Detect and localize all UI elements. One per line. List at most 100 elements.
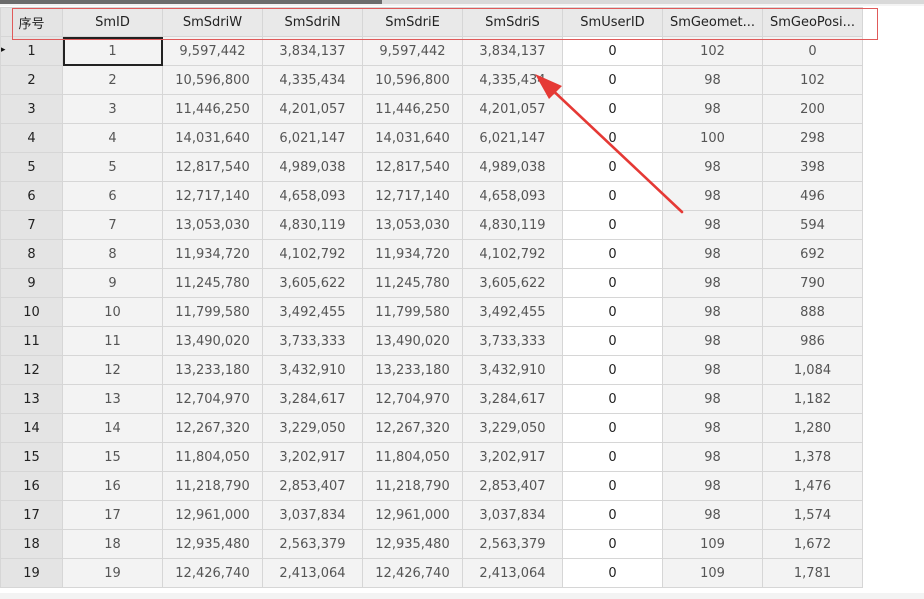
table-cell[interactable]: 11,799,580 [362, 297, 463, 327]
table-cell[interactable]: 18 [62, 529, 163, 559]
row-number-cell[interactable]: 17 [0, 500, 63, 530]
table-cell[interactable]: 14,031,640 [362, 123, 463, 153]
table-cell[interactable]: 4,102,792 [462, 239, 563, 269]
table-cell[interactable]: 98 [662, 384, 763, 414]
table-cell[interactable]: 3,229,050 [262, 413, 363, 443]
table-cell[interactable]: 1,574 [762, 500, 863, 530]
row-number-cell[interactable]: 5 [0, 152, 63, 182]
table-cell[interactable]: 12,267,320 [162, 413, 263, 443]
table-cell[interactable]: 13,233,180 [162, 355, 263, 385]
table-row[interactable]: 3 3 11,446,250 4,201,057 11,446,250 4,201,057… [0, 94, 863, 124]
table-cell[interactable]: 3,605,622 [462, 268, 563, 298]
row-number-cell[interactable]: 2 [0, 65, 63, 95]
table-cell[interactable]: 98 [662, 326, 763, 356]
table-cell[interactable]: 0 [562, 123, 663, 153]
table-cell[interactable]: 4,102,792 [262, 239, 363, 269]
table-cell[interactable]: 7 [62, 210, 163, 240]
table-cell[interactable]: 11,245,780 [362, 268, 463, 298]
table-cell[interactable]: 0 [562, 268, 663, 298]
table-cell[interactable]: 15 [62, 442, 163, 472]
row-number-cell[interactable]: 4 [0, 123, 63, 153]
table-cell[interactable]: 0 [562, 36, 663, 66]
table-cell[interactable]: 10,596,800 [362, 65, 463, 95]
table-cell[interactable]: 12,426,740 [162, 558, 263, 588]
table-cell[interactable]: 12,935,480 [362, 529, 463, 559]
table-cell[interactable]: 1,476 [762, 471, 863, 501]
table-cell[interactable]: 98 [662, 268, 763, 298]
horizontal-scrollbar-area[interactable] [0, 593, 924, 599]
table-cell[interactable]: 0 [562, 500, 663, 530]
table-cell[interactable]: 0 [562, 65, 663, 95]
table-cell[interactable]: 98 [662, 355, 763, 385]
table-cell[interactable]: 1,280 [762, 413, 863, 443]
column-header-smsdris[interactable]: SmSdriS [462, 7, 563, 37]
table-cell[interactable]: 12,961,000 [362, 500, 463, 530]
table-cell[interactable]: 10 [62, 297, 163, 327]
table-cell[interactable]: 13,053,030 [162, 210, 263, 240]
table-row[interactable]: 10 10 11,799,580 3,492,455 11,799,580 3,492,4… [0, 297, 863, 327]
table-row[interactable]: 2 2 10,596,800 4,335,434 10,596,800 4,335,434… [0, 65, 863, 95]
table-cell[interactable]: 12,704,970 [362, 384, 463, 414]
table-cell[interactable]: 11,218,790 [162, 471, 263, 501]
table-cell[interactable]: 2,563,379 [262, 529, 363, 559]
table-row[interactable]: 4 4 14,031,640 6,021,147 14,031,640 6,021,147… [0, 123, 863, 153]
table-cell[interactable]: 14,031,640 [162, 123, 263, 153]
table-row[interactable]: 15 15 11,804,050 3,202,917 11,804,050 3,202,9… [0, 442, 863, 472]
table-cell[interactable]: 1 [62, 36, 163, 66]
table-cell[interactable]: 3,733,333 [462, 326, 563, 356]
column-header-smuserid[interactable]: SmUserID [562, 7, 663, 37]
table-cell[interactable]: 0 [562, 413, 663, 443]
table-row[interactable]: 9 9 11,245,780 3,605,622 11,245,780 3,605,622… [0, 268, 863, 298]
table-cell[interactable]: 11 [62, 326, 163, 356]
table-row[interactable]: 16 16 11,218,790 2,853,407 11,218,790 2,853,4… [0, 471, 863, 501]
table-row[interactable]: 19 19 12,426,740 2,413,064 12,426,740 2,413,0… [0, 558, 863, 588]
table-row[interactable]: 17 17 12,961,000 3,037,834 12,961,000 3,037,8… [0, 500, 863, 530]
table-cell[interactable]: 594 [762, 210, 863, 240]
table-cell[interactable]: 11,934,720 [162, 239, 263, 269]
table-cell[interactable]: 3,284,617 [262, 384, 363, 414]
table-cell[interactable]: 5 [62, 152, 163, 182]
table-cell[interactable]: 98 [662, 65, 763, 95]
table-cell[interactable]: 298 [762, 123, 863, 153]
table-cell[interactable]: 3,229,050 [462, 413, 563, 443]
table-cell[interactable]: 986 [762, 326, 863, 356]
table-cell[interactable]: 4,658,093 [262, 181, 363, 211]
table-cell[interactable]: 11,804,050 [362, 442, 463, 472]
table-cell[interactable]: 100 [662, 123, 763, 153]
table-cell[interactable]: 98 [662, 239, 763, 269]
table-cell[interactable]: 0 [562, 297, 663, 327]
table-cell[interactable]: 4,658,093 [462, 181, 563, 211]
table-cell[interactable]: 790 [762, 268, 863, 298]
row-number-cell[interactable]: 3 [0, 94, 63, 124]
table-cell[interactable]: 2,853,407 [462, 471, 563, 501]
table-cell[interactable]: 19 [62, 558, 163, 588]
table-row[interactable]: 11 11 13,490,020 3,733,333 13,490,020 3,733,3… [0, 326, 863, 356]
table-cell[interactable]: 4 [62, 123, 163, 153]
table-cell[interactable]: 11,446,250 [362, 94, 463, 124]
column-header-smgeoposi[interactable]: SmGeoPosi... [762, 7, 863, 37]
table-cell[interactable]: 4,335,434 [262, 65, 363, 95]
table-cell[interactable]: 0 [562, 558, 663, 588]
row-number-cell[interactable]: 12 [0, 355, 63, 385]
table-cell[interactable]: 3,605,622 [262, 268, 363, 298]
table-cell[interactable]: 102 [762, 65, 863, 95]
table-cell[interactable]: 13,490,020 [362, 326, 463, 356]
table-cell[interactable]: 98 [662, 94, 763, 124]
table-cell[interactable]: 6,021,147 [262, 123, 363, 153]
table-row[interactable]: 18 18 12,935,480 2,563,379 12,935,480 2,563,3… [0, 529, 863, 559]
table-cell[interactable]: 11,799,580 [162, 297, 263, 327]
table-cell[interactable]: 3,492,455 [462, 297, 563, 327]
table-cell[interactable]: 12,817,540 [362, 152, 463, 182]
table-cell[interactable]: 1,378 [762, 442, 863, 472]
table-row[interactable]: 6 6 12,717,140 4,658,093 12,717,140 4,658,093… [0, 181, 863, 211]
table-row[interactable]: 12 12 13,233,180 3,432,910 13,233,180 3,432,9… [0, 355, 863, 385]
table-cell[interactable]: 13,053,030 [362, 210, 463, 240]
table-cell[interactable]: 98 [662, 152, 763, 182]
row-number-cell[interactable]: 1 ▸ [0, 36, 63, 66]
row-number-cell[interactable]: 15 [0, 442, 63, 472]
table-cell[interactable]: 3,432,910 [462, 355, 563, 385]
table-row[interactable]: 5 5 12,817,540 4,989,038 12,817,540 4,989,038… [0, 152, 863, 182]
table-cell[interactable]: 98 [662, 442, 763, 472]
table-cell[interactable]: 3,733,333 [262, 326, 363, 356]
column-header-smsdriw[interactable]: SmSdriW [162, 7, 263, 37]
